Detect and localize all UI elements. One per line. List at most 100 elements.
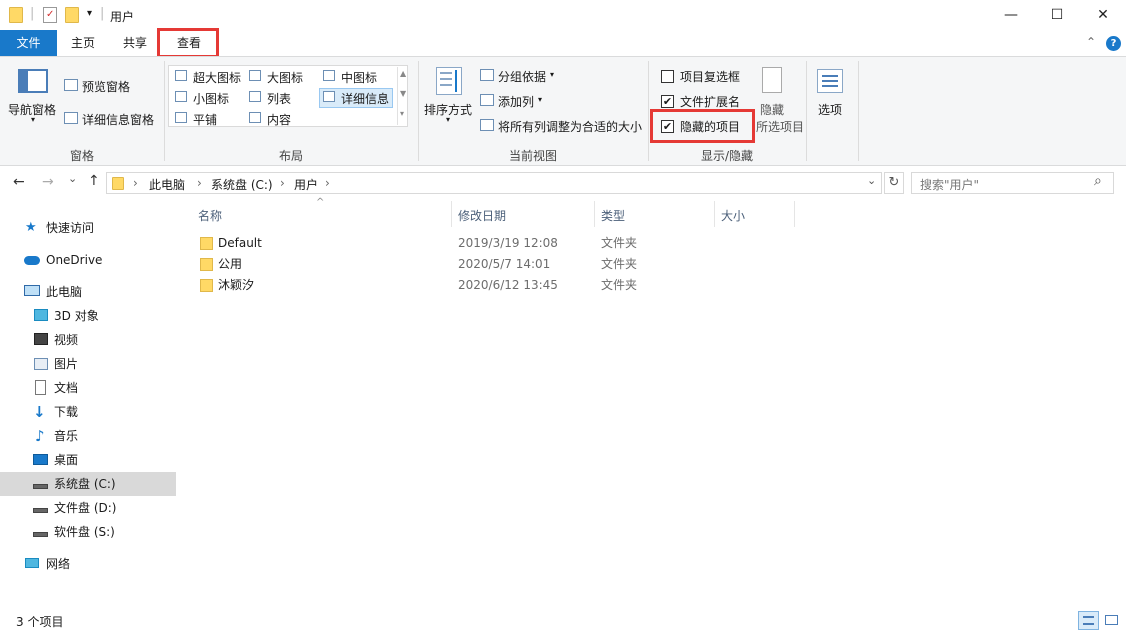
layout-large-icons[interactable]: 大图标 (267, 69, 303, 86)
layout-tiles[interactable]: 平铺 (193, 111, 217, 128)
folder-icon (200, 237, 213, 250)
properties-icon[interactable]: ✓ (43, 7, 57, 23)
show-hide-group-label: 显示/隐藏 (700, 149, 754, 163)
breadcrumb-c-drive[interactable]: 系统盘 (C:) (211, 176, 273, 193)
breadcrumb-users[interactable]: 用户 (294, 176, 318, 193)
item-checkboxes-label[interactable]: 项目复选框 (680, 68, 740, 85)
address-history-dropdown-icon[interactable]: ⌄ (867, 174, 876, 187)
column-separator[interactable] (451, 201, 452, 227)
layout-content[interactable]: 内容 (267, 111, 291, 128)
breadcrumb-this-pc[interactable]: 此电脑 (149, 176, 185, 193)
tab-file[interactable]: 文件 (0, 30, 57, 56)
refresh-button[interactable]: ↻ (884, 172, 904, 194)
search-box[interactable]: 搜索"用户" ⌕ (911, 172, 1114, 194)
close-button[interactable]: ✕ (1080, 0, 1126, 30)
add-columns-dropdown-icon[interactable]: ▾ (538, 95, 542, 104)
nav-music[interactable]: ♪ 音乐 (0, 424, 176, 448)
file-name: Default (218, 236, 262, 250)
current-view-group-label: 当前视图 (508, 149, 557, 163)
sort-by-dropdown-icon[interactable]: ▾ (446, 115, 450, 124)
sort-by-icon (436, 67, 462, 95)
group-separator (418, 61, 419, 161)
up-button[interactable]: ↑ (88, 173, 100, 189)
tab-share[interactable]: 共享 (112, 30, 158, 56)
recent-locations-button[interactable]: ⌄ (68, 172, 77, 185)
column-header-type[interactable]: 类型 (601, 207, 625, 224)
nav-desktop[interactable]: 桌面 (0, 448, 176, 472)
customize-quick-access-icon[interactable]: ▾ (87, 8, 92, 19)
breadcrumb-separator[interactable]: › (325, 176, 330, 190)
table-row[interactable]: Default 2019/3/19 12:08 文件夹 (198, 233, 658, 254)
nav-network[interactable]: 网络 (0, 552, 176, 576)
file-extensions-label[interactable]: 文件扩展名 (680, 93, 740, 110)
large-icons-view-button[interactable] (1102, 611, 1121, 630)
folder-icon (200, 258, 213, 271)
tab-home[interactable]: 主页 (60, 30, 106, 56)
search-input[interactable]: 搜索"用户" (920, 176, 979, 193)
breadcrumb-separator[interactable]: › (280, 176, 285, 190)
column-separator[interactable] (594, 201, 595, 227)
window-title: 用户 (110, 10, 135, 24)
size-all-columns-button[interactable]: 将所有列调整为合适的大小 (498, 118, 642, 135)
nav-c-drive[interactable]: 系统盘 (C:) (0, 472, 176, 496)
preview-pane-button[interactable]: 预览窗格 (82, 78, 130, 95)
layout-medium-icons[interactable]: 中图标 (341, 69, 377, 86)
hide-selected-button-line2[interactable]: 所选项目 (756, 118, 804, 135)
new-folder-icon[interactable] (65, 7, 79, 23)
nav-videos[interactable]: 视频 (0, 328, 176, 352)
search-icon[interactable]: ⌕ (1094, 173, 1102, 189)
column-header-name[interactable]: 名称 (198, 207, 222, 224)
nav-3d-objects[interactable]: 3D 对象 (0, 304, 176, 328)
computer-icon (24, 285, 40, 296)
navigation-pane: ★ 快速访问 OneDrive 此电脑 3D 对象 视频 图片 文档 ↓ 下载 … (0, 199, 178, 605)
group-by-button[interactable]: 分组依据 (498, 68, 546, 85)
hide-selected-button[interactable]: 隐藏 (760, 101, 784, 118)
address-bar-row: ← → ⌄ ↑ › 此电脑 › 系统盘 (C:) › 用户 › ⌄ ↻ 搜索"用… (0, 167, 1126, 199)
quick-access-separator: | (30, 6, 35, 21)
table-row[interactable]: 沐颖汐 2020/6/12 13:45 文件夹 (198, 275, 658, 296)
breadcrumb-separator[interactable]: › (133, 176, 138, 190)
nav-downloads[interactable]: ↓ 下载 (0, 400, 176, 424)
group-separator (858, 61, 859, 161)
cloud-icon (24, 256, 40, 265)
forward-button[interactable]: → (42, 174, 54, 190)
details-pane-button[interactable]: 详细信息窗格 (82, 111, 154, 128)
drive-icon (33, 508, 48, 513)
item-checkboxes-checkbox[interactable] (661, 70, 674, 83)
add-columns-button[interactable]: 添加列 (498, 93, 534, 110)
column-header-size[interactable]: 大小 (721, 207, 745, 224)
nav-label: OneDrive (46, 253, 103, 267)
nav-quick-access[interactable]: ★ 快速访问 (0, 216, 176, 240)
nav-pictures[interactable]: 图片 (0, 352, 176, 376)
column-separator[interactable] (794, 201, 795, 227)
nav-documents[interactable]: 文档 (0, 376, 176, 400)
navigation-pane-dropdown-icon[interactable]: ▾ (31, 115, 35, 124)
group-by-dropdown-icon[interactable]: ▾ (550, 70, 554, 79)
file-list: ^ 名称 修改日期 类型 大小 Default 2019/3/19 12:08 … (178, 197, 1126, 605)
address-bar[interactable]: › 此电脑 › 系统盘 (C:) › 用户 › ⌄ (106, 172, 882, 194)
nav-this-pc[interactable]: 此电脑 (0, 280, 176, 304)
options-button[interactable]: 选项 (818, 101, 842, 118)
collapse-ribbon-icon[interactable]: ⌃ (1086, 35, 1096, 49)
file-extensions-checkbox[interactable]: ✔ (661, 95, 674, 108)
layout-list[interactable]: 列表 (267, 90, 291, 107)
gallery-scrollbar[interactable]: ▲ ▼ ▾ (397, 67, 408, 125)
layout-small-icons[interactable]: 小图标 (193, 90, 229, 107)
column-separator[interactable] (714, 201, 715, 227)
music-icon: ♪ (35, 427, 45, 445)
layout-extra-large-icons[interactable]: 超大图标 (193, 69, 241, 86)
nav-onedrive[interactable]: OneDrive (0, 248, 176, 272)
back-button[interactable]: ← (13, 174, 25, 190)
layout-details[interactable]: 详细信息 (341, 90, 389, 107)
nav-d-drive[interactable]: 文件盘 (D:) (0, 496, 176, 520)
minimize-button[interactable]: — (988, 0, 1034, 30)
maximize-button[interactable]: ☐ (1034, 0, 1080, 30)
table-row[interactable]: 公用 2020/5/7 14:01 文件夹 (198, 254, 658, 275)
details-view-button[interactable] (1078, 611, 1099, 630)
check-mark-icon: ✓ (46, 9, 55, 20)
help-icon[interactable]: ? (1106, 36, 1121, 51)
nav-s-drive[interactable]: 软件盘 (S:) (0, 520, 176, 544)
column-header-modified[interactable]: 修改日期 (458, 207, 506, 224)
breadcrumb-separator[interactable]: › (197, 176, 202, 190)
small-icons-icon (175, 91, 187, 102)
